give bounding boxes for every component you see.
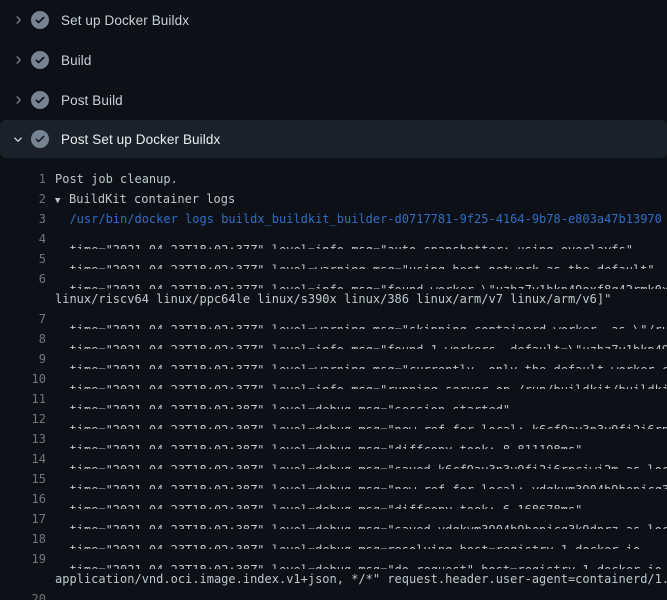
group-toggle-icon[interactable]: ▼ [55, 191, 69, 209]
log-line-number[interactable]: 13 [0, 429, 46, 449]
log-line-number[interactable]: 15 [0, 469, 46, 489]
check-circle-icon [31, 130, 49, 148]
step-row-build[interactable]: Build [0, 40, 667, 80]
step-title: Post Build [61, 93, 123, 108]
log-line-text: application/vnd.oci.image.index.v1+json,… [55, 572, 667, 586]
log-line-number[interactable]: 14 [0, 449, 46, 469]
log-line-number[interactable]: 3 [0, 209, 46, 229]
log-line-number[interactable]: 6 [0, 269, 46, 289]
log-line-number[interactable] [0, 569, 46, 589]
log-line-text: linux/riscv64 linux/ppc64le linux/s390x … [55, 292, 611, 306]
log-line: 11 time="2021-04-23T18:02:38Z" level=deb… [0, 389, 667, 409]
step-title: Build [61, 53, 92, 68]
check-circle-icon [31, 51, 49, 69]
log-line-number[interactable]: 9 [0, 349, 46, 369]
step-title: Set up Docker Buildx [61, 13, 189, 28]
log-line-number[interactable]: 5 [0, 249, 46, 269]
log-line-number[interactable]: 12 [0, 409, 46, 429]
log-line: 18 time="2021-04-23T18:02:38Z" level=deb… [0, 529, 667, 549]
log-line-number[interactable]: 17 [0, 509, 46, 529]
log-line-text: Post job cleanup. [55, 172, 178, 186]
log-line-number[interactable]: 20 [0, 589, 46, 600]
log-line: 8 time="2021-04-23T18:02:37Z" level=info… [0, 329, 667, 349]
log-line: 14 time="2021-04-23T18:02:38Z" level=deb… [0, 449, 667, 469]
log-line-number[interactable]: 10 [0, 369, 46, 389]
log-line: 13 time="2021-04-23T18:02:38Z" level=deb… [0, 429, 667, 449]
log-line-number[interactable]: 2 [0, 189, 46, 209]
log-line: 12 time="2021-04-23T18:02:38Z" level=deb… [0, 409, 667, 429]
log-line: 17 time="2021-04-23T18:02:38Z" level=deb… [0, 509, 667, 529]
log-line: 3 /usr/bin/docker logs buildx_buildkit_b… [0, 209, 667, 229]
log-line: 9 time="2021-04-23T18:02:37Z" level=warn… [0, 349, 667, 369]
check-circle-icon [31, 91, 49, 109]
log-line-number[interactable] [0, 289, 46, 309]
log-line-number[interactable]: 16 [0, 489, 46, 509]
log-line: 15 time="2021-04-23T18:02:38Z" level=deb… [0, 469, 667, 489]
log-line-text: /usr/bin/docker logs buildx_buildkit_bui… [55, 212, 662, 226]
log-line-number[interactable]: 4 [0, 229, 46, 249]
check-circle-icon [31, 11, 49, 29]
chevron-down-icon[interactable] [12, 133, 24, 145]
log-line: 4 time="2021-04-23T18:02:37Z" level=info… [0, 229, 667, 249]
log-line-text: BuildKit container logs [69, 192, 235, 206]
step-row-post-set-up-docker-buildx[interactable]: Post Set up Docker Buildx [0, 120, 667, 158]
log-area: 1 Post job cleanup. 2 ▼BuildKit containe… [0, 158, 667, 600]
log-line: 20 time="2021-04-23T18:02:38Z" level=deb… [0, 589, 667, 600]
log-line: application/vnd.oci.image.index.v1+json,… [0, 569, 667, 589]
step-row-post-build[interactable]: Post Build [0, 80, 667, 120]
log-line: 10 time="2021-04-23T18:02:37Z" level=inf… [0, 369, 667, 389]
log-line: 16 time="2021-04-23T18:02:38Z" level=deb… [0, 489, 667, 509]
log-line-number[interactable]: 7 [0, 309, 46, 329]
log-line: 2 ▼BuildKit container logs [0, 189, 667, 209]
log-line: 1 Post job cleanup. [0, 169, 667, 189]
log-line: linux/riscv64 linux/ppc64le linux/s390x … [0, 289, 667, 309]
step-title: Post Set up Docker Buildx [61, 132, 220, 147]
log-line-number[interactable]: 8 [0, 329, 46, 349]
log-line: 5 time="2021-04-23T18:02:37Z" level=warn… [0, 249, 667, 269]
actions-log-viewer: Set up Docker Buildx Build Post Build Po… [0, 0, 667, 600]
chevron-right-icon[interactable] [12, 54, 24, 66]
log-line: 7 time="2021-04-23T18:02:37Z" level=warn… [0, 309, 667, 329]
log-line-number[interactable]: 11 [0, 389, 46, 409]
log-line-number[interactable]: 18 [0, 529, 46, 549]
log-line-number[interactable]: 19 [0, 549, 46, 569]
step-row-set-up-docker-buildx[interactable]: Set up Docker Buildx [0, 0, 667, 40]
log-line-number[interactable]: 1 [0, 169, 46, 189]
chevron-right-icon[interactable] [12, 94, 24, 106]
steps-list: Set up Docker Buildx Build Post Build Po… [0, 0, 667, 158]
log-line: 19 time="2021-04-23T18:02:38Z" level=deb… [0, 549, 667, 569]
chevron-right-icon[interactable] [12, 14, 24, 26]
log-line: 6 time="2021-04-23T18:02:37Z" level=info… [0, 269, 667, 289]
